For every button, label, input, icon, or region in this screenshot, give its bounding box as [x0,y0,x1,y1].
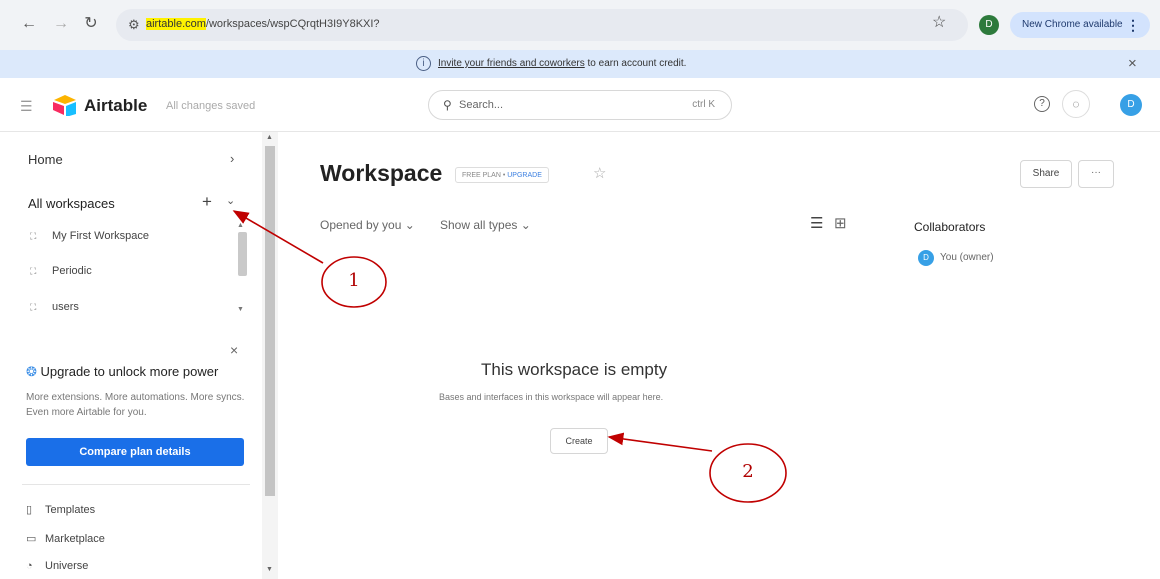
airtable-logo-icon[interactable] [52,94,78,116]
plan-upgrade-link[interactable]: UPGRADE [507,172,542,179]
info-icon: i [416,56,431,71]
app-header: ☰ Airtable All changes saved ⚲ Search...… [0,78,1160,132]
forward-icon[interactable]: → [50,13,72,35]
chevron-down-icon: ⌄ [520,218,531,232]
update-label: New Chrome available [1022,19,1123,30]
saved-status: All changes saved [166,100,256,112]
url-path: /workspaces/wspCQrqtH3I9Y8KXI? [205,18,380,30]
scroll-down-icon[interactable]: ▼ [237,306,244,313]
help-icon[interactable]: ? [1034,96,1050,112]
search-icon: ⚲ [443,98,452,112]
marketplace-icon: ▭ [26,533,37,545]
callout-label: 1 [348,270,360,291]
sidebar-item-periodic[interactable]: ⛶ Periodic [30,265,92,277]
sidebar-item-templates[interactable]: ▯ Templates [26,503,95,516]
opened-by-filter[interactable]: Opened by you ⌄ [320,218,415,232]
create-button[interactable]: Create [550,428,608,454]
sidebar-item-users[interactable]: ⛶ users [30,301,79,313]
sidebar-item-marketplace[interactable]: ▭ Marketplace [26,532,105,545]
workspace-icon: ⛶ [30,266,37,276]
search-input[interactable]: ⚲ Search... ctrl K [428,90,732,120]
url-host: airtable.com [146,18,206,30]
compare-plan-button[interactable]: Compare plan details [26,438,244,466]
close-icon[interactable]: × [1128,55,1137,72]
reload-icon[interactable]: ↻ [80,13,102,35]
back-icon[interactable]: ← [18,13,40,35]
sidebar: Home › All workspaces + ⌄ ⛶ My First Work… [0,132,262,579]
sidebar-link-label: Templates [45,504,96,516]
kebab-icon[interactable]: ⋮ [1126,12,1140,38]
main-scrollbar[interactable]: ▲ ▼ [262,132,278,579]
search-placeholder: Search... [459,99,504,111]
workspace-list-scrollbar[interactable]: ▲ ▼ [236,222,249,320]
chevron-down-icon: ⌄ [404,218,415,232]
logo-text[interactable]: Airtable [84,96,147,116]
scrollbar-thumb[interactable] [238,232,247,276]
bell-icon[interactable]: ◌ [1062,90,1090,118]
scroll-up-icon[interactable]: ▲ [237,222,244,229]
banner-text: Invite your friends and coworkers to ear… [438,58,686,69]
menu-icon[interactable]: ☰ [20,98,33,115]
chevron-down-icon[interactable]: ⌄ [226,194,235,207]
banner-rest: to earn account credit. [584,58,687,69]
chevron-right-icon[interactable]: › [230,151,234,166]
upgrade-title: ❂ Upgrade to unlock more power [26,364,218,380]
main-content: Workspace FREE PLAN • UPGRADE ☆ Share ··… [278,132,1160,579]
avatar[interactable]: D [1120,94,1142,116]
book-icon: ▯ [26,504,33,516]
new-chrome-button[interactable]: New Chrome available ⋮ [1010,12,1150,38]
plan-badge[interactable]: FREE PLAN • UPGRADE [455,167,549,183]
workspace-icon: ⛶ [30,231,37,241]
profile-avatar[interactable]: D [979,15,999,35]
callout-label: 2 [742,461,754,482]
browser-toolbar: ← → ↻ ⚙ airtable.com/workspaces/wspCQrqt… [0,0,1160,50]
type-filter[interactable]: Show all types ⌄ [440,218,531,232]
sidebar-item-universe[interactable]: ◔ Universe [26,560,88,572]
tune-icon[interactable]: ⚙ [128,17,140,33]
sidebar-link-label: Marketplace [45,533,105,545]
workspace-icon: ⛶ [30,302,37,312]
scroll-up-icon[interactable]: ▲ [266,134,273,141]
sidebar-item-home[interactable]: Home [28,152,63,167]
filter-label: Show all types [440,218,518,232]
address-bar[interactable]: ⚙ airtable.com/workspaces/wspCQrqtH3I9Y8… [116,9,968,41]
sparkle-icon: ❂ [26,364,37,379]
plan-label: FREE PLAN [462,172,501,179]
universe-icon: ◔ [26,560,33,572]
url-text[interactable]: airtable.com/workspaces/wspCQrqtH3I9Y8KX… [146,18,380,30]
add-workspace-button[interactable]: + [202,192,212,212]
workspace-label: users [52,301,79,313]
avatar: D [918,250,934,266]
sidebar-link-label: Universe [45,560,89,572]
share-button[interactable]: Share [1020,160,1072,188]
collaborator-name: You (owner) [940,252,994,263]
collaborators-title: Collaborators [914,220,986,234]
list-view-icon[interactable]: ☰ [810,214,823,232]
empty-state-description: Bases and interfaces in this workspace w… [439,392,664,402]
empty-state-title: This workspace is empty [481,360,668,379]
page-title[interactable]: Workspace [320,160,442,187]
workspace-label: My First Workspace [52,230,149,242]
workspace-label: Periodic [52,265,92,277]
all-workspaces-label[interactable]: All workspaces [28,196,115,211]
star-icon[interactable]: ☆ [932,12,946,32]
sidebar-item-my-first-workspace[interactable]: ⛶ My First Workspace [30,230,149,242]
filter-label: Opened by you [320,218,402,232]
star-icon[interactable]: ☆ [593,164,606,182]
search-shortcut: ctrl K [692,99,715,110]
invite-banner: i Invite your friends and coworkers to e… [0,50,1160,78]
invite-link[interactable]: Invite your friends and coworkers [438,58,585,69]
upgrade-title-text: Upgrade to unlock more power [40,364,219,379]
scrollbar-thumb[interactable] [265,146,275,496]
upgrade-description: More extensions. More automations. More … [26,392,245,418]
divider [22,484,250,485]
more-button[interactable]: ··· [1078,160,1114,188]
close-icon[interactable]: × [230,342,238,358]
scroll-down-icon[interactable]: ▼ [266,566,273,573]
grid-view-icon[interactable]: ⊞ [834,214,847,232]
